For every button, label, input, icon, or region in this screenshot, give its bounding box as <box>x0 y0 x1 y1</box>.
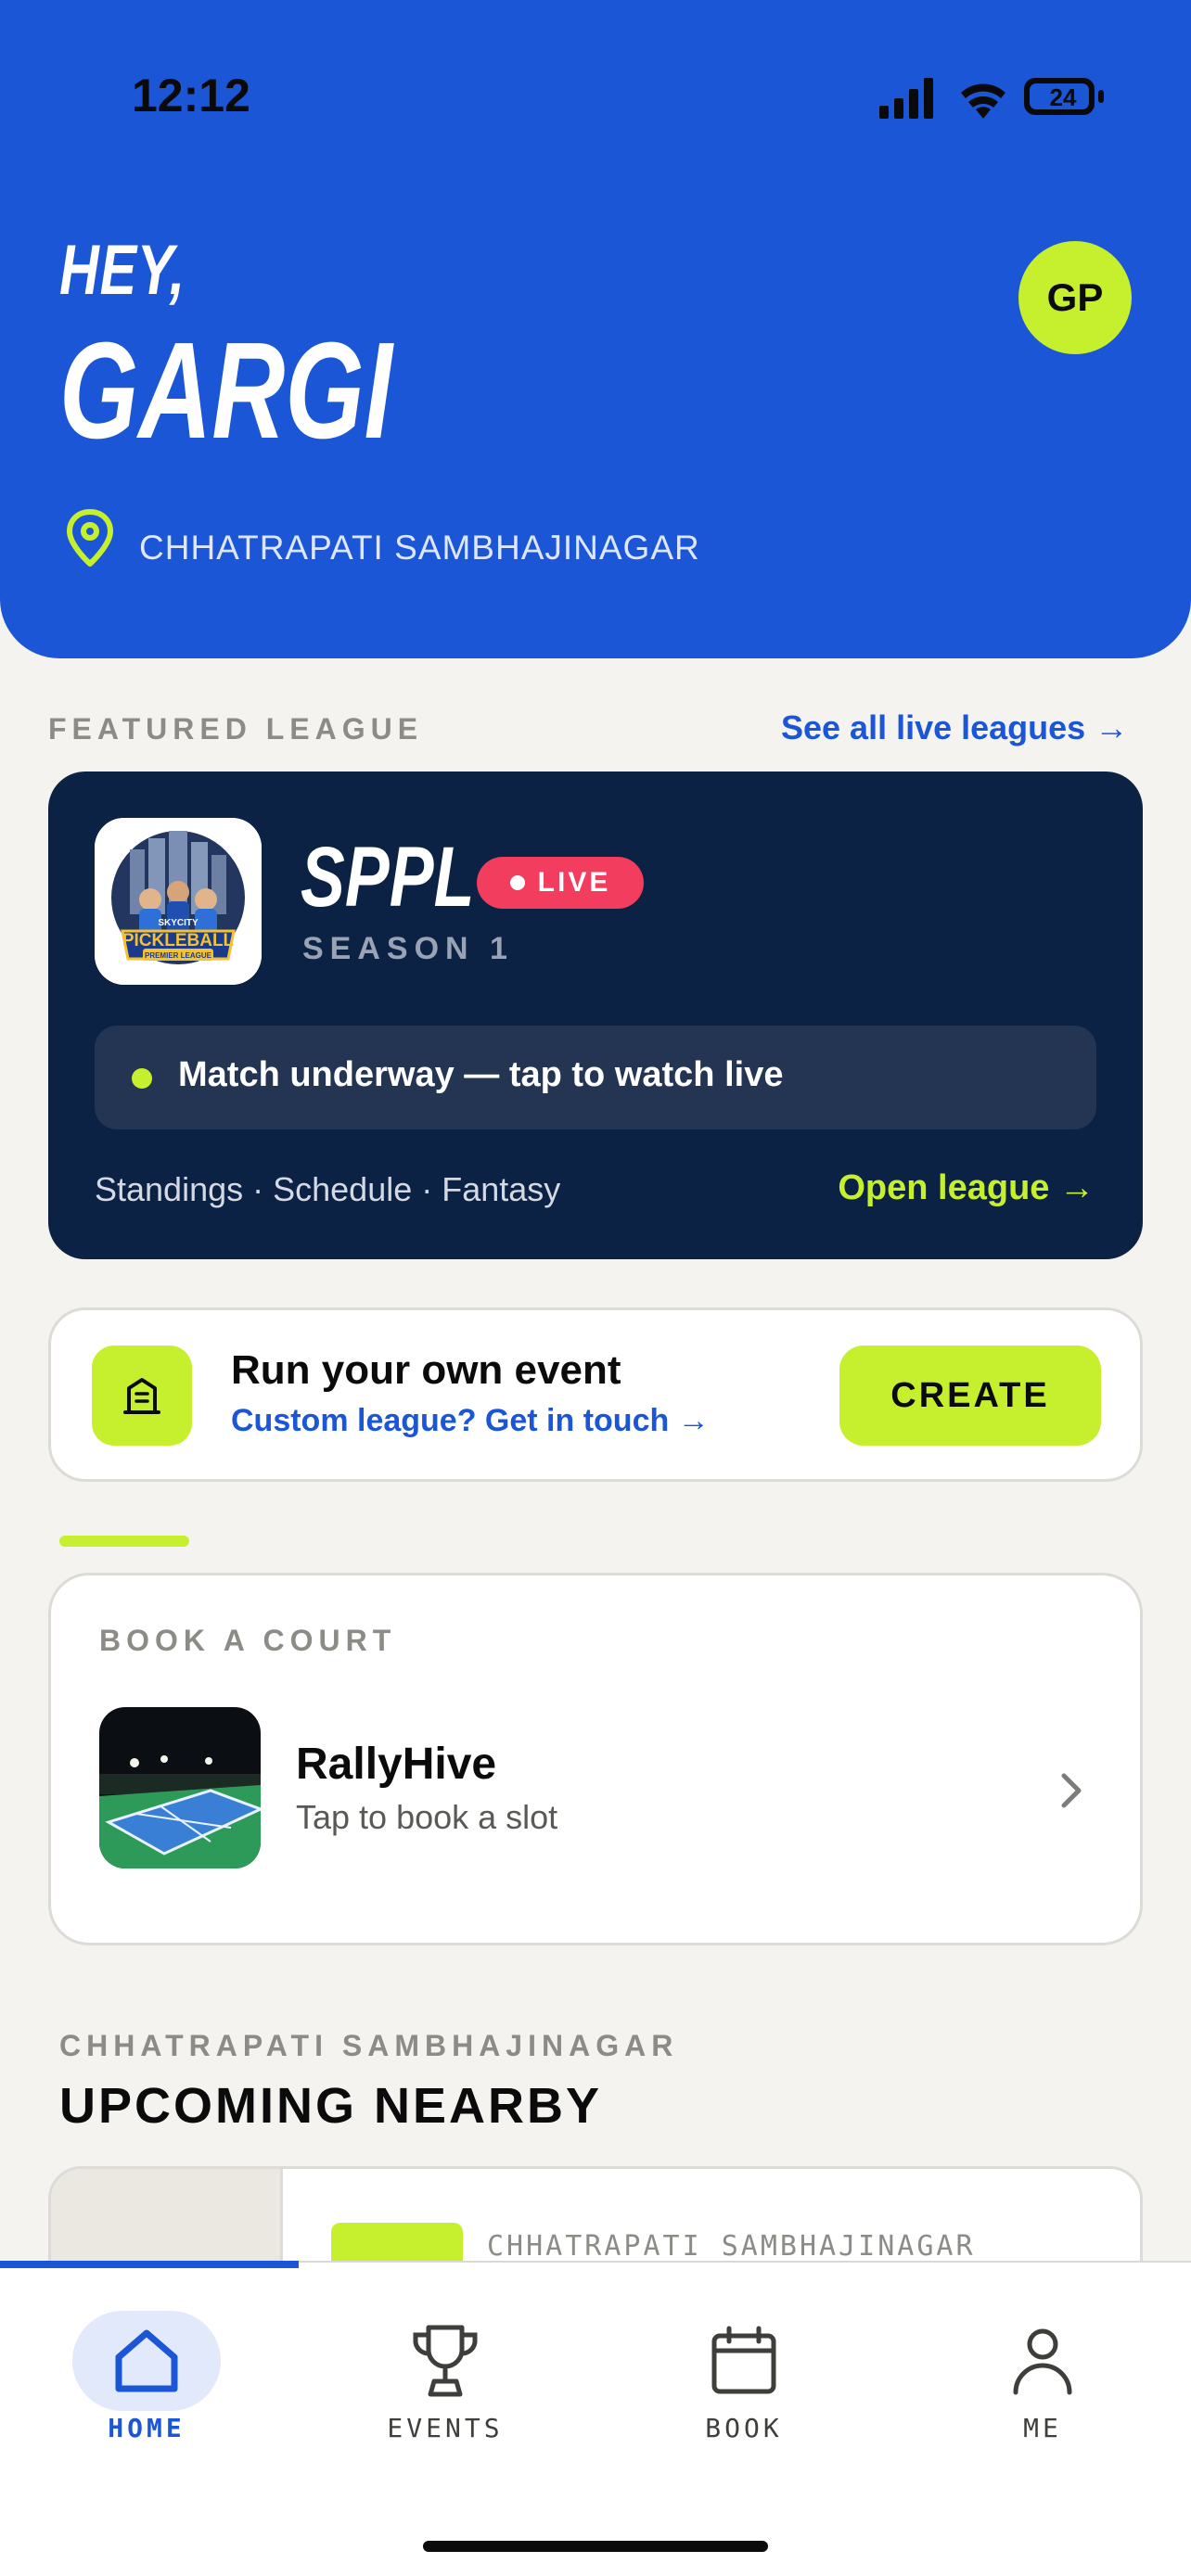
user-name: GARGI <box>59 314 392 467</box>
book-court-label: BOOK A COURT <box>99 1624 397 1657</box>
signal-icon <box>879 78 933 119</box>
bottom-tab-bar: HOME EVENTS BOOK ME <box>0 2261 1191 2576</box>
match-live-banner[interactable]: Match underway — tap to watch live <box>95 1026 1096 1129</box>
header: 12:12 24 HEY, GARGI GP CHHATRAPATI SAMBH… <box>0 0 1191 658</box>
open-league-link[interactable]: Open league → <box>838 1168 1095 1208</box>
tab-home-label: HOME <box>108 2413 186 2443</box>
trophy-icon <box>371 2311 519 2411</box>
event-city-label: CHHATRAPATI SAMBHAJINAGAR <box>487 2230 976 2263</box>
battery-icon: 24 <box>1024 78 1104 115</box>
active-tab-indicator <box>0 2261 299 2268</box>
svg-text:PREMIER LEAGUE: PREMIER LEAGUE <box>145 951 212 960</box>
league-logo: SKYCITY PICKLEBALL PREMIER LEAGUE <box>95 818 262 985</box>
tab-book-label: BOOK <box>705 2413 783 2443</box>
person-icon <box>968 2311 1117 2411</box>
league-season: SEASON 1 <box>302 931 514 966</box>
status-dot-icon <box>132 1068 152 1089</box>
wifi-icon <box>961 83 1005 119</box>
section-divider-accent <box>59 1536 189 1547</box>
status-icons: 24 <box>879 78 1104 119</box>
venue-name: RallyHive <box>296 1740 497 1789</box>
calendar-icon <box>670 2311 818 2411</box>
tab-home[interactable]: HOME <box>54 2311 239 2459</box>
create-event-card[interactable]: Run your own event Custom league? Get in… <box>48 1307 1143 1482</box>
location-label[interactable]: CHHATRAPATI SAMBHAJINAGAR <box>139 529 700 567</box>
svg-text:24: 24 <box>1050 83 1077 111</box>
see-all-live-leagues-link[interactable]: See all live leagues → <box>781 708 1128 747</box>
live-dot-icon <box>509 875 525 890</box>
create-button[interactable]: CREATE <box>839 1345 1101 1446</box>
create-event-title: Run your own event <box>231 1347 621 1393</box>
featured-league-card[interactable]: SKYCITY PICKLEBALL PREMIER LEAGUE SPPL L… <box>48 772 1143 1259</box>
home-icon <box>72 2311 221 2411</box>
featured-section-label: FEATURED LEAGUE <box>48 712 424 746</box>
league-name: SPPL <box>301 830 475 925</box>
tab-me-label: ME <box>1023 2413 1062 2443</box>
venue-thumbnail <box>99 1707 261 1868</box>
live-badge-label: LIVE <box>537 867 611 898</box>
book-court-card[interactable]: BOOK A COURT RallyHive Tap to book a slo… <box>48 1573 1143 1945</box>
building-icon <box>92 1345 192 1446</box>
match-status-text: Match underway — tap to watch live <box>178 1055 784 1094</box>
greeting: HEY, <box>59 231 186 310</box>
tab-events-label: EVENTS <box>387 2413 504 2443</box>
chevron-right-icon <box>1061 1773 1082 1808</box>
upcoming-city-label: CHHATRAPATI SAMBHAJINAGAR <box>59 2029 679 2062</box>
svg-text:SKYCITY: SKYCITY <box>158 918 198 928</box>
league-sections-text: Standings · Schedule · Fantasy <box>95 1170 561 1208</box>
tab-events[interactable]: EVENTS <box>352 2311 538 2459</box>
status-time: 12:12 <box>132 70 250 121</box>
get-in-touch-link[interactable]: Custom league? Get in touch → <box>231 1403 710 1439</box>
league-logo-image: SKYCITY PICKLEBALL PREMIER LEAGUE <box>95 818 262 985</box>
svg-text:PICKLEBALL: PICKLEBALL <box>122 931 235 950</box>
venue-subtitle: Tap to book a slot <box>296 1798 558 1836</box>
avatar[interactable]: GP <box>1018 241 1132 354</box>
location-pin-icon <box>67 509 113 567</box>
home-indicator[interactable] <box>423 2541 768 2552</box>
upcoming-title: UPCOMING NEARBY <box>59 2078 603 2134</box>
tab-me[interactable]: ME <box>950 2311 1135 2459</box>
tab-book[interactable]: BOOK <box>651 2311 837 2459</box>
live-badge: LIVE <box>477 857 644 909</box>
